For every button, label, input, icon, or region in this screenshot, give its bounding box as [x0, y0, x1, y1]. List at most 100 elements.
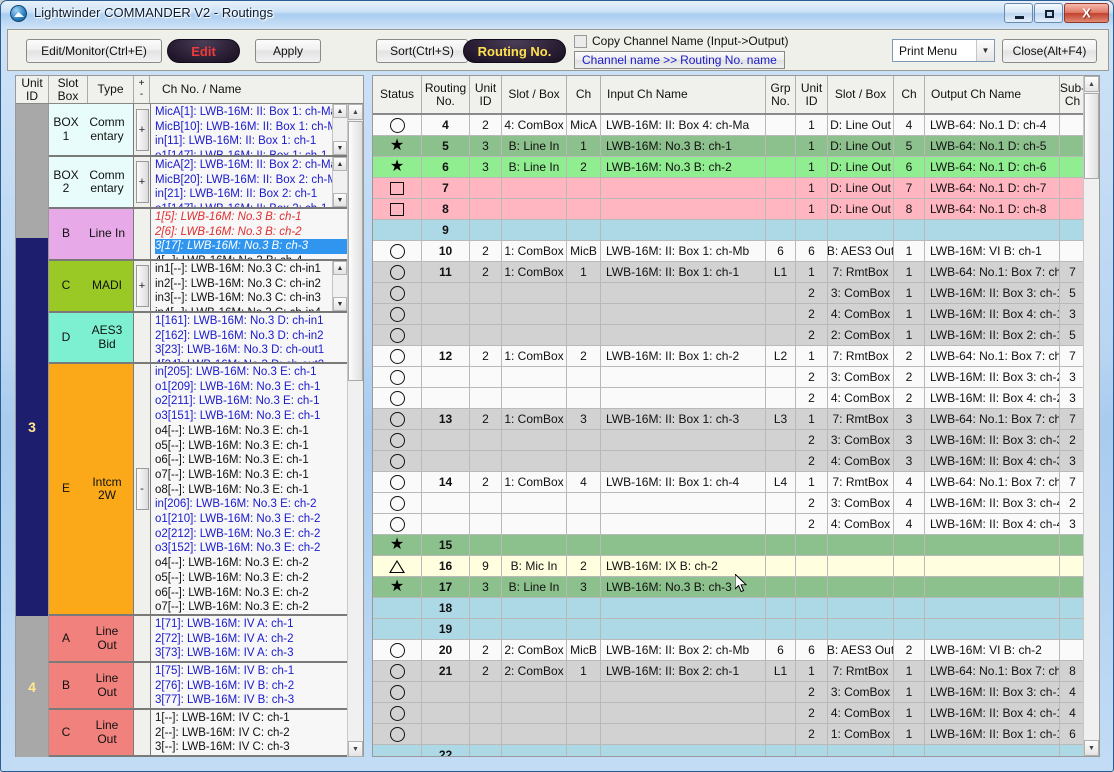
table-row[interactable]: 2 4: ComBox 1 LWB-16M: II: Box 4: ch-1 3 — [373, 304, 1085, 325]
channel-list-item[interactable]: 3[--]: LWB-16M: IV C: ch-3 — [155, 740, 347, 755]
cell-rno[interactable] — [422, 724, 470, 744]
cell-rno[interactable] — [422, 430, 470, 450]
cell-slot2[interactable]: 7: RmtBox — [828, 346, 894, 366]
cell-ch2[interactable]: 2 — [894, 367, 925, 387]
cell-rno[interactable]: 20 — [422, 640, 470, 660]
channel-list-item[interactable]: o4[--]: LWB-16M: No.3 E: ch-2 — [155, 556, 347, 571]
cell-sub[interactable]: 5 — [1060, 325, 1085, 345]
cell-grp[interactable] — [766, 388, 796, 408]
cell-ch2[interactable]: 2 — [894, 640, 925, 660]
cell-slot2[interactable]: 7: RmtBox — [828, 661, 894, 681]
cell-uid2[interactable]: 2 — [796, 367, 828, 387]
cell-ch1[interactable]: 2 — [567, 157, 601, 177]
cell-oname[interactable]: LWB-16M: II: Box 4: ch-2 — [925, 388, 1060, 408]
table-row[interactable]: 21 2 2: ComBox 1 LWB-16M: II: Box 2: ch-1 L1 1… — [373, 661, 1085, 682]
cell-rno[interactable]: 11 — [422, 262, 470, 282]
cell-slot1[interactable] — [502, 619, 567, 639]
table-row[interactable]: 19 — [373, 619, 1085, 640]
maximize-button[interactable] — [1034, 3, 1063, 23]
cell-ch1[interactable]: 2 — [567, 556, 601, 576]
cell-ch1[interactable] — [567, 325, 601, 345]
cell-iname[interactable]: LWB-16M: II: Box 2: ch-Mb — [601, 640, 766, 660]
cell-uid2[interactable]: 2 — [796, 430, 828, 450]
table-row[interactable]: 18 — [373, 598, 1085, 619]
cell-ch2[interactable] — [894, 619, 925, 639]
channel-list-item[interactable]: in4[--]: LWB-16M: No.3 C: ch-in4 — [155, 306, 347, 311]
slot-tree-body[interactable]: 3 4 BOX 1 Comm entary + MicA[1]: LWB-16M: II:… — [16, 104, 363, 757]
cell-slot1[interactable] — [502, 745, 567, 756]
channel-list-item[interactable]: o3[152]: LWB-16M: No.3 E: ch-2 — [155, 541, 347, 556]
status-cell[interactable] — [373, 619, 422, 639]
cell-grp[interactable] — [766, 136, 796, 156]
cell-uid1[interactable] — [470, 682, 502, 702]
cell-slot2[interactable]: 4: ComBox — [828, 451, 894, 471]
cell-slot2[interactable]: B: AES3 Out — [828, 640, 894, 660]
cell-ch2[interactable]: 2 — [894, 346, 925, 366]
slot-box-cell[interactable]: BOX 1 Comm entary — [49, 104, 134, 155]
status-cell[interactable]: ★ — [373, 157, 422, 177]
expand-collapse-cell[interactable]: + — [134, 104, 151, 155]
cell-sub[interactable]: 8 — [1060, 661, 1085, 681]
cell-slot1[interactable] — [502, 493, 567, 513]
cell-ch1[interactable] — [567, 304, 601, 324]
cell-rno[interactable]: 13 — [422, 409, 470, 429]
cell-sub[interactable] — [1060, 241, 1085, 261]
cell-sub[interactable]: 3 — [1060, 451, 1085, 471]
cell-ch2[interactable]: 1 — [894, 703, 925, 723]
cell-uid2[interactable]: 2 — [796, 493, 828, 513]
cell-iname[interactable]: LWB-16M: II: Box 1: ch-Mb — [601, 241, 766, 261]
channel-name-to-routing-no-button[interactable]: Channel name >> Routing No. name — [574, 51, 785, 69]
cell-oname[interactable]: LWB-16M: II: Box 4: ch-3 — [925, 451, 1060, 471]
channel-list[interactable]: in1[--]: LWB-16M: No.3 C: ch-in1 in2[--]:… — [151, 261, 347, 311]
table-row[interactable]: 2 4: ComBox 2 LWB-16M: II: Box 4: ch-2 3 — [373, 388, 1085, 409]
cell-oname[interactable] — [925, 577, 1060, 597]
cell-slot1[interactable]: 1: ComBox — [502, 409, 567, 429]
status-cell[interactable] — [373, 325, 422, 345]
cell-grp[interactable] — [766, 598, 796, 618]
cell-iname[interactable]: LWB-16M: II: Box 4: ch-Ma — [601, 115, 766, 135]
expand-plus-icon[interactable]: + — [135, 161, 149, 203]
channel-list-item[interactable]: 1[71]: LWB-16M: IV A: ch-1 — [155, 617, 347, 632]
cell-grp[interactable] — [766, 745, 796, 756]
cell-oname[interactable]: LWB-64: No.1: Box 7: ch-1 — [925, 262, 1060, 282]
cell-iname[interactable] — [601, 703, 766, 723]
cell-uid2[interactable] — [796, 619, 828, 639]
channel-list-item[interactable]: o5[--]: LWB-16M: No.3 E: ch-2 — [155, 571, 347, 586]
cell-rno[interactable] — [422, 514, 470, 534]
cell-ch2[interactable] — [894, 745, 925, 756]
cell-slot1[interactable] — [502, 199, 567, 219]
cell-uid1[interactable] — [470, 724, 502, 744]
cell-grp[interactable] — [766, 220, 796, 240]
cell-oname[interactable]: LWB-16M: II: Box 4: ch-1 — [925, 703, 1060, 723]
cell-uid2[interactable]: 2 — [796, 703, 828, 723]
cell-slot1[interactable] — [502, 703, 567, 723]
cell-rno[interactable]: 14 — [422, 472, 470, 492]
cell-rno[interactable] — [422, 367, 470, 387]
cell-ch1[interactable] — [567, 199, 601, 219]
cell-ch1[interactable] — [567, 745, 601, 756]
cell-ch2[interactable] — [894, 220, 925, 240]
cell-uid1[interactable] — [470, 325, 502, 345]
channel-list-item[interactable]: 3[77]: LWB-16M: IV B: ch-3 — [155, 693, 347, 708]
cell-uid2[interactable]: 1 — [796, 115, 828, 135]
cell-ch2[interactable]: 1 — [894, 682, 925, 702]
cell-iname[interactable]: LWB-16M: II: Box 2: ch-1 — [601, 661, 766, 681]
cell-slot1[interactable] — [502, 724, 567, 744]
cell-sub[interactable] — [1060, 640, 1085, 660]
cell-slot2[interactable]: D: Line Out — [828, 199, 894, 219]
cell-grp[interactable] — [766, 199, 796, 219]
cell-oname[interactable]: LWB-64: No.1 D: ch-6 — [925, 157, 1060, 177]
cell-ch2[interactable]: 4 — [894, 472, 925, 492]
table-row[interactable]: 2 3: ComBox 4 LWB-16M: II: Box 3: ch-4 2 — [373, 493, 1085, 514]
table-row[interactable]: ★ 5 3 B: Line In 1 LWB-16M: No.3 B: ch-1 1 D: L… — [373, 136, 1085, 157]
cell-slot2[interactable]: D: Line Out — [828, 115, 894, 135]
cell-slot1[interactable]: B: Mic In — [502, 556, 567, 576]
col-header-routing-no[interactable]: Routing No. — [422, 76, 470, 113]
cell-oname[interactable]: LWB-16M: II: Box 4: ch-4 — [925, 514, 1060, 534]
cell-uid2[interactable]: 6 — [796, 640, 828, 660]
cell-uid1[interactable]: 3 — [470, 577, 502, 597]
cell-grp[interactable] — [766, 682, 796, 702]
cell-uid2[interactable]: 2 — [796, 388, 828, 408]
slot-row[interactable]: B Line Out 1[75]: LWB-16M: IV B: ch-1 2[76]:… — [49, 663, 347, 710]
cell-iname[interactable] — [601, 430, 766, 450]
